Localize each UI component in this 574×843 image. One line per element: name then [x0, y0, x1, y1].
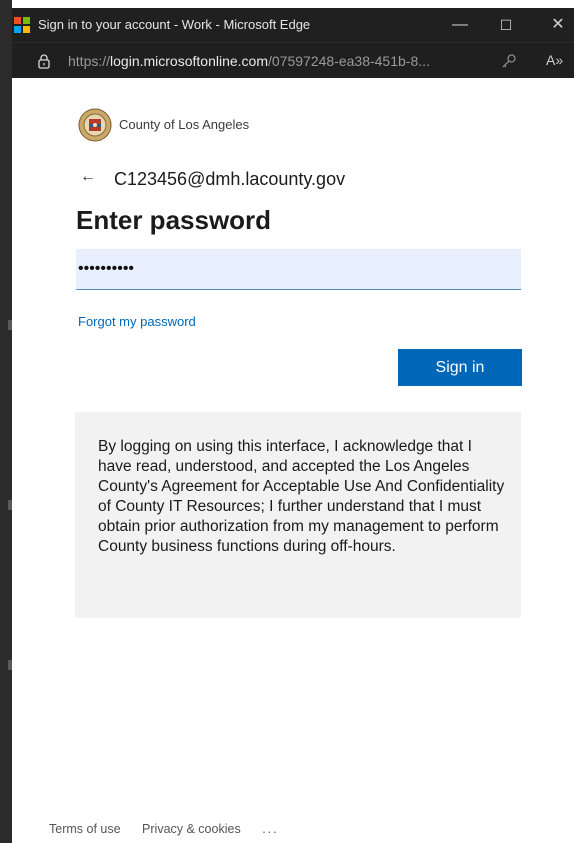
page-title: Enter password [76, 205, 272, 235]
microsoft-logo-icon [14, 17, 30, 33]
privacy-link[interactable]: Privacy & cookies [142, 822, 241, 836]
org-name: County of Los Angeles [119, 117, 250, 132]
sign-in-button[interactable]: Sign in [398, 349, 522, 386]
url-path: /07597248-ea38-451b-8... [268, 53, 430, 69]
terms-link[interactable]: Terms of use [49, 822, 121, 836]
url-scheme: https:// [68, 53, 111, 69]
back-arrow-icon[interactable]: ← [80, 168, 96, 186]
password-field[interactable] [76, 249, 521, 290]
url-text[interactable]: https://login.microsoftonline.com/075972… [68, 53, 488, 69]
forgot-password-link[interactable]: Forgot my password [78, 314, 196, 329]
minimize-button[interactable]: — [447, 12, 473, 38]
title-bar: Sign in to your account - Work - Microso… [12, 8, 574, 42]
county-seal-icon [78, 108, 112, 142]
identity-email: C123456@dmh.lacounty.gov [114, 169, 346, 189]
maximize-button[interactable]: ☐ [493, 12, 519, 38]
window-edge [0, 0, 12, 843]
read-aloud-icon[interactable]: A» [546, 52, 563, 68]
browser-window: Sign in to your account - Work - Microso… [0, 0, 574, 843]
footer: Terms of use Privacy & cookies ... [49, 822, 297, 836]
key-icon[interactable] [500, 52, 518, 70]
lock-icon[interactable] [36, 53, 52, 69]
url-host: login.microsoftonline.com [110, 53, 268, 69]
legal-notice: By logging on using this interface, I ac… [75, 412, 521, 618]
more-options-button[interactable]: ... [262, 822, 278, 836]
address-bar[interactable]: https://login.microsoftonline.com/075972… [12, 42, 574, 79]
window-title: Sign in to your account - Work - Microso… [38, 17, 311, 32]
legal-notice-text: By logging on using this interface, I ac… [98, 438, 505, 555]
close-button[interactable]: ✕ [545, 12, 571, 38]
sign-in-page: County of Los Angeles ← C123456@dmh.laco… [12, 78, 574, 843]
